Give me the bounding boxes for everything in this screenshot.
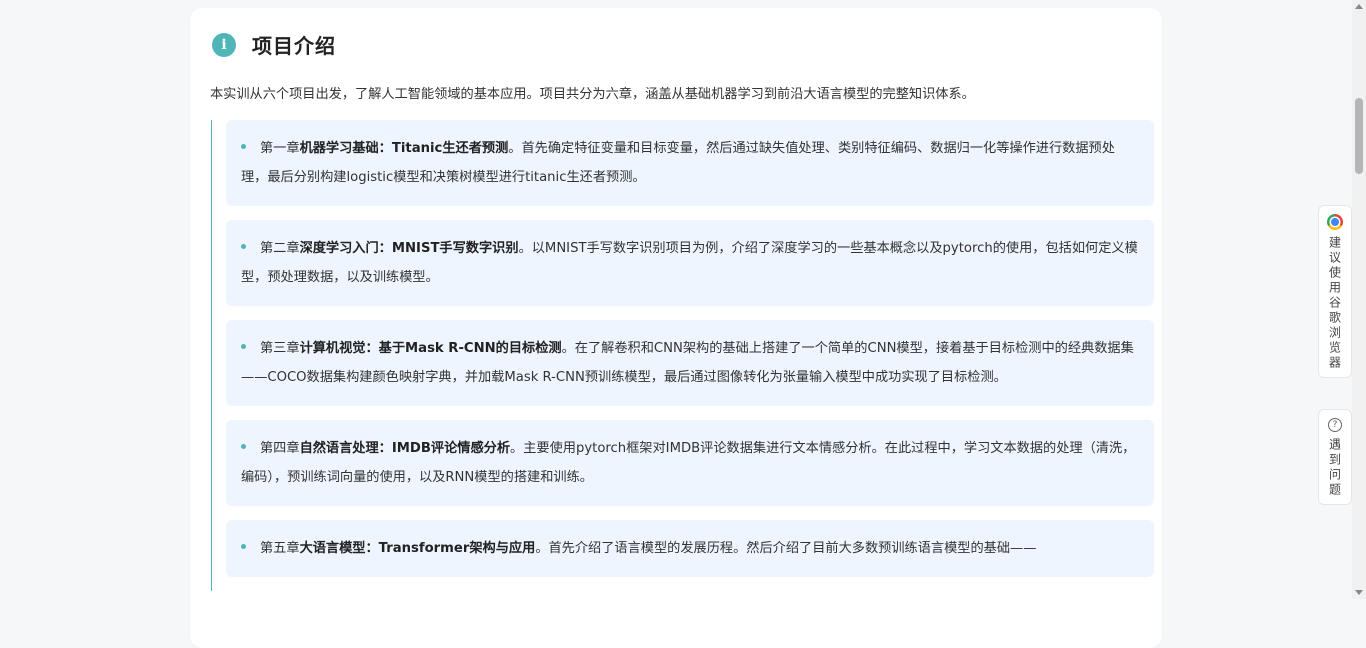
- bullet-icon: [241, 444, 246, 449]
- bullet-icon: [241, 144, 246, 149]
- chrome-icon: [1327, 214, 1343, 230]
- recommend-chrome-button[interactable]: 建议使用谷歌浏览器: [1318, 205, 1352, 378]
- chapter-description: 。首先介绍了语言模型的发展历程。然后介绍了目前大多数预训练语言模型的基础——: [535, 541, 1037, 556]
- chapter-item-3: 第三章计算机视觉：基于Mask R-CNN的目标检测。在了解卷积和CNN架构的基…: [226, 320, 1154, 406]
- chapter-prefix: 第一章: [260, 141, 300, 156]
- chapter-prefix: 第二章: [260, 241, 300, 256]
- bullet-icon: [241, 244, 246, 249]
- section-intro: 本实训从六个项目出发，了解人工智能领域的基本应用。项目共分为六章，涵盖从基础机器…: [210, 87, 975, 102]
- help-circle-icon: ?: [1328, 418, 1342, 432]
- info-icon: i: [212, 32, 236, 57]
- help-button[interactable]: ? 遇到问题: [1318, 409, 1352, 505]
- page-scrollbar[interactable]: [1352, 0, 1366, 599]
- help-label: 遇到问题: [1327, 438, 1342, 498]
- scroll-thumb[interactable]: [1355, 98, 1363, 174]
- chapter-prefix: 第三章: [260, 341, 300, 356]
- chapter-title: 大语言模型：Transformer架构与应用: [299, 541, 536, 556]
- chapter-title: 机器学习基础：Titanic生还者预测: [299, 141, 509, 156]
- project-intro-card: i 项目介绍 本实训从六个项目出发，了解人工智能领域的基本应用。项目共分为六章，…: [190, 8, 1162, 648]
- section-title: 项目介绍: [252, 34, 336, 58]
- chapter-prefix: 第四章: [260, 441, 300, 456]
- section-header: i 项目介绍: [212, 30, 336, 59]
- chapter-item-5: 第五章大语言模型：Transformer架构与应用。首先介绍了语言模型的发展历程…: [226, 520, 1154, 577]
- recommend-chrome-label: 建议使用谷歌浏览器: [1327, 236, 1342, 371]
- bullet-icon: [241, 544, 246, 549]
- chapter-item-4: 第四章自然语言处理：IMDB评论情感分析。主要使用pytorch框架对IMDB评…: [226, 420, 1154, 506]
- chapter-item-1: 第一章机器学习基础：Titanic生还者预测。首先确定特征变量和目标变量，然后通…: [226, 120, 1154, 206]
- chapter-list: 第一章机器学习基础：Titanic生还者预测。首先确定特征变量和目标变量，然后通…: [211, 120, 1154, 591]
- chapter-title: 自然语言处理：IMDB评论情感分析: [299, 441, 511, 456]
- scroll-down-icon[interactable]: [1355, 590, 1363, 595]
- chapter-title: 计算机视觉：基于Mask R-CNN的目标检测: [299, 341, 562, 356]
- scroll-up-icon[interactable]: [1355, 4, 1363, 9]
- chapter-item-2: 第二章深度学习入门：MNIST手写数字识别。以MNIST手写数字识别项目为例，介…: [226, 220, 1154, 306]
- bullet-icon: [241, 344, 246, 349]
- chapter-prefix: 第五章: [260, 541, 300, 556]
- chapter-title: 深度学习入门：MNIST手写数字识别: [299, 241, 519, 256]
